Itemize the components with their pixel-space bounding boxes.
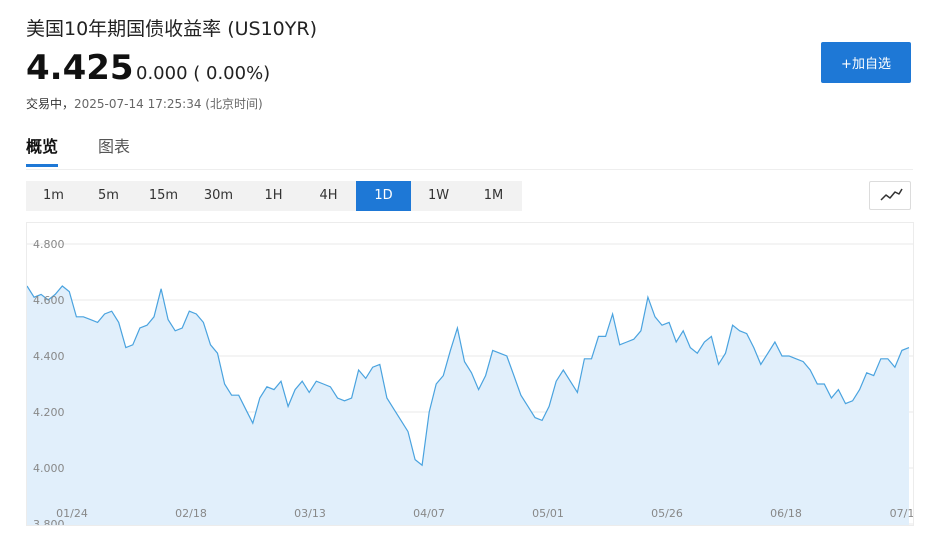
x-tick-label: 06/18 bbox=[770, 507, 802, 520]
interval-selector: 1m 5m 15m 30m 1H 4H 1D 1W 1M bbox=[26, 181, 522, 211]
x-tick-label: 02/18 bbox=[175, 507, 207, 520]
line-chart-icon bbox=[880, 188, 903, 201]
price-change: 0.000 ( 0.00%) bbox=[136, 63, 271, 84]
x-tick-label: 03/13 bbox=[294, 507, 326, 520]
x-tick-label: 05/01 bbox=[532, 507, 564, 520]
y-tick-label: 4.200 bbox=[33, 406, 65, 419]
series-area bbox=[27, 286, 909, 525]
price-chart-svg: 4.8004.6004.4004.2004.0003.80001/24 02/18… bbox=[27, 238, 913, 525]
price-chart[interactable]: 4.800 4.600 4.400 4.200 4.000 3.800 01/24 02/18… bbox=[26, 222, 914, 526]
quote-timestamp: 2025-07-14 17:25:34 (北京时间) bbox=[74, 97, 263, 111]
interval-1d[interactable]: 1D bbox=[356, 181, 411, 211]
trading-status: 交易中，2025-07-14 17:25:34 (北京时间) bbox=[26, 95, 263, 112]
interval-1h[interactable]: 1H bbox=[246, 181, 301, 211]
interval-4h[interactable]: 4H bbox=[301, 181, 356, 211]
y-tick-label: 4.600 bbox=[33, 294, 65, 307]
current-price: 4.425 bbox=[26, 48, 134, 88]
interval-30m[interactable]: 30m bbox=[191, 181, 246, 211]
x-tick-label: 04/07 bbox=[413, 507, 445, 520]
quote-title: 美国10年期国债收益率 (US10YR) bbox=[26, 18, 317, 40]
interval-1mo[interactable]: 1M bbox=[466, 181, 521, 211]
trading-status-label: 交易中， bbox=[26, 97, 75, 111]
tab-divider bbox=[26, 169, 913, 170]
interval-15m[interactable]: 15m bbox=[136, 181, 191, 211]
interval-1m[interactable]: 1m bbox=[26, 181, 81, 211]
y-tick-label: 4.000 bbox=[33, 462, 65, 475]
y-tick-label: 4.800 bbox=[33, 238, 65, 251]
x-tick-label: 05/26 bbox=[651, 507, 683, 520]
interval-5m[interactable]: 5m bbox=[81, 181, 136, 211]
interval-1w[interactable]: 1W bbox=[411, 181, 466, 211]
y-tick-label: 4.400 bbox=[33, 350, 65, 363]
tab-chart[interactable]: 图表 bbox=[98, 136, 130, 168]
x-tick-label: 07/1 bbox=[890, 507, 913, 520]
chart-type-button[interactable] bbox=[869, 181, 911, 210]
x-tick-label: 01/24 bbox=[56, 507, 88, 520]
add-to-watchlist-button[interactable]: +加自选 bbox=[821, 42, 911, 83]
tab-overview[interactable]: 概览 bbox=[26, 136, 59, 167]
